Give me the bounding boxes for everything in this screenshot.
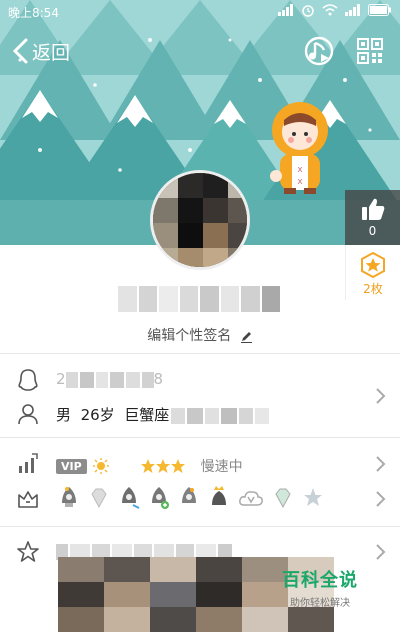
signal-icon	[345, 4, 361, 19]
crown-badge-icon	[212, 486, 226, 505]
qq-number-prefix: 2	[56, 370, 66, 388]
divider	[0, 437, 400, 438]
rocket-badge-icon	[182, 487, 196, 503]
pencil-icon	[240, 331, 252, 343]
zodiac: 巨蟹座	[124, 406, 170, 424]
level-up-icon	[19, 453, 38, 473]
star-badge-icon	[304, 488, 322, 506]
chevron-right-icon	[376, 456, 386, 472]
status-time: 晚上8:54	[8, 6, 59, 20]
status-bar: 晚上8:54	[0, 0, 400, 24]
rocket-plus-badge-icon	[152, 487, 169, 509]
svg-text:x: x	[297, 165, 303, 175]
nickname-obscured	[118, 286, 280, 312]
thumbs-up-icon	[361, 198, 384, 220]
edit-signature-link[interactable]: 编辑个性签名	[0, 325, 400, 345]
diamond-badge-icon	[275, 488, 291, 509]
rocket-badge-icon	[62, 487, 76, 507]
eskimo-character: x x	[270, 102, 328, 194]
achievement-badges-row[interactable]	[0, 480, 400, 518]
person-icon	[18, 404, 38, 425]
watermark-title: 百科全说	[282, 570, 358, 591]
qq-number-row[interactable]: 28	[0, 361, 400, 399]
qq-number-suffix: 8	[153, 370, 164, 388]
badge-count: 2枚	[363, 282, 383, 296]
penguin-icon	[18, 369, 38, 391]
chevron-right-icon	[376, 491, 386, 507]
back-label: 返回	[32, 41, 71, 64]
qq-number-obscured	[65, 371, 154, 388]
cloud-v-badge-icon	[239, 491, 263, 506]
music-icon[interactable]	[302, 34, 336, 68]
vip-tag: VIP	[56, 458, 87, 474]
chevron-left-icon	[12, 38, 28, 64]
gender: 男	[56, 406, 72, 424]
avatar[interactable]	[150, 170, 250, 270]
qr-code-icon[interactable]	[357, 38, 383, 64]
like-count: 0	[368, 224, 377, 238]
back-button[interactable]: 返回	[10, 36, 70, 66]
chevron-right-icon	[376, 388, 386, 404]
star-badge-icon	[361, 251, 385, 279]
divider	[0, 526, 400, 527]
age: 26岁	[80, 406, 115, 424]
qq-level-icons	[92, 458, 185, 474]
diamond-badge-icon	[91, 488, 107, 509]
signature-label: 编辑个性签名	[147, 328, 232, 344]
speed-status: 慢速中	[200, 459, 243, 475]
badge-list	[58, 485, 324, 511]
watermark-subtitle: 助你轻松解决	[290, 598, 350, 609]
vip-level-row[interactable]: VIP 慢速中	[0, 445, 400, 483]
star-icon	[17, 541, 39, 562]
svg-text:x: x	[297, 177, 303, 187]
like-button[interactable]: 0	[345, 190, 400, 245]
qq-number: 28	[56, 370, 163, 388]
chevron-right-icon	[376, 544, 386, 560]
watermark: 百科全说 助你轻松解决	[282, 566, 358, 609]
wifi-icon	[322, 4, 338, 19]
personal-info: 男 26岁 巨蟹座	[56, 404, 270, 425]
location-obscured	[171, 407, 270, 424]
badge-button[interactable]: 2枚	[345, 246, 400, 300]
personal-info-row[interactable]: 男 26岁 巨蟹座	[0, 388, 400, 433]
battery-icon	[368, 4, 392, 19]
rocket-badge-icon	[122, 487, 140, 509]
avatar-image	[153, 173, 247, 267]
alarm-icon	[301, 3, 315, 20]
divider	[0, 353, 400, 354]
top-nav: 返回	[0, 30, 400, 74]
crown-box-icon	[18, 491, 38, 508]
signal-icon	[278, 4, 294, 19]
vip-info: VIP 慢速中	[56, 456, 243, 476]
